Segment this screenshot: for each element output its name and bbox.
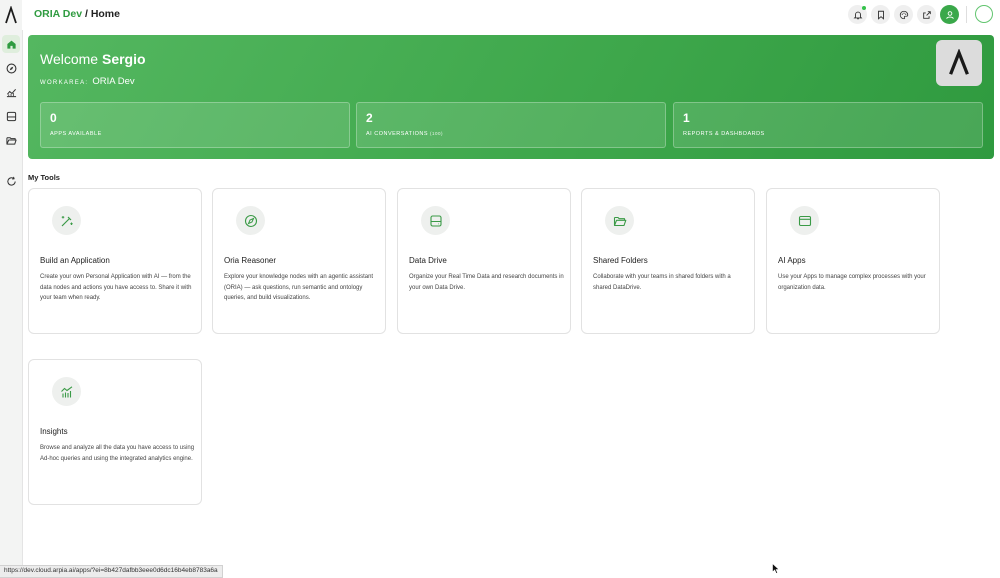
notification-dot	[862, 6, 866, 10]
tool-card-data-drive[interactable]: Data Drive Organize your Real Time Data …	[397, 188, 571, 334]
welcome-prefix: Welcome	[40, 51, 102, 67]
tool-card-build-application[interactable]: Build an Application Create your own Per…	[28, 188, 202, 334]
workarea-label: WORKAREA:	[40, 80, 89, 86]
card-description: Use your Apps to manage complex processe…	[778, 274, 926, 291]
card-description: Browse and analyze all the data you have…	[40, 445, 195, 462]
card-icon-circle	[790, 206, 819, 235]
user-account-button[interactable]	[940, 5, 959, 24]
workarea: WORKAREA: ORIA Dev	[40, 76, 135, 87]
card-title: Oria Reasoner	[224, 256, 277, 265]
breadcrumb-app[interactable]: ORIA Dev	[34, 8, 82, 20]
stat-reports[interactable]: 1 REPORTS & DASHBOARDS	[673, 102, 983, 148]
nav-explore[interactable]	[2, 59, 20, 77]
share-icon	[922, 10, 931, 19]
refresh-icon	[6, 176, 16, 186]
stat-label-text: REPORTS & DASHBOARDS	[683, 131, 765, 137]
mouse-cursor-icon	[772, 563, 780, 574]
workspace-logo	[936, 40, 982, 86]
nav-folders[interactable]	[2, 131, 20, 149]
workarea-value: ORIA Dev	[92, 76, 135, 87]
app-window-icon	[798, 215, 811, 226]
section-title: My Tools	[28, 173, 60, 182]
theme-button[interactable]	[894, 5, 913, 24]
breadcrumb: ORIA Dev / Home	[34, 8, 120, 20]
avatar[interactable]	[975, 5, 993, 23]
stat-label-text: APPS AVAILABLE	[50, 131, 102, 137]
stat-value: 2	[366, 111, 373, 125]
bookmark-icon	[877, 10, 884, 20]
tool-card-insights[interactable]: Insights Browse and analyze all the data…	[28, 359, 202, 505]
notifications-button[interactable]	[848, 5, 867, 24]
card-icon-circle	[52, 377, 81, 406]
home-icon	[6, 40, 16, 49]
compass-icon	[6, 63, 16, 73]
stat-value: 1	[683, 111, 690, 125]
folder-open-icon	[613, 216, 626, 226]
stat-note: (100)	[430, 131, 444, 136]
breadcrumb-separator: /	[82, 8, 91, 20]
breadcrumb-page: Home	[90, 8, 120, 20]
nav-home[interactable]	[2, 35, 20, 53]
card-title: Insights	[40, 427, 68, 436]
status-url: https://dev.cloud.arpia.ai/apps/?ei=8b42…	[0, 565, 223, 578]
stat-ai-conversations[interactable]: 2 AI CONVERSATIONS (100)	[356, 102, 666, 148]
drive-icon	[429, 214, 442, 227]
nav-refresh[interactable]	[2, 172, 20, 190]
chart-line-icon	[6, 88, 16, 97]
card-icon-circle	[52, 206, 81, 235]
card-icon-circle	[605, 206, 634, 235]
chart-line-icon	[60, 385, 72, 397]
card-description: Collaborate with your teams in shared fo…	[593, 274, 731, 291]
tool-card-oria-reasoner[interactable]: Oria Reasoner Explore your knowledge nod…	[212, 188, 386, 334]
compass-icon	[244, 214, 257, 227]
user-icon	[945, 10, 954, 19]
left-rail	[0, 0, 23, 578]
stat-label-text: AI CONVERSATIONS	[366, 131, 428, 137]
bell-icon	[853, 11, 862, 19]
card-description: Organize your Real Time Data and researc…	[409, 274, 564, 291]
palette-icon	[899, 10, 908, 19]
stat-label: AI CONVERSATIONS (100)	[366, 131, 443, 137]
nav-analytics[interactable]	[2, 83, 20, 101]
card-description: Explore your knowledge nodes with an age…	[224, 274, 374, 301]
card-icon-circle	[421, 206, 450, 235]
card-icon-circle	[236, 206, 265, 235]
stat-apps[interactable]: 0 APPS AVAILABLE	[40, 102, 350, 148]
share-button[interactable]	[917, 5, 936, 24]
stat-label: APPS AVAILABLE	[50, 131, 102, 137]
card-title: Shared Folders	[593, 256, 648, 265]
card-title: Data Drive	[409, 256, 447, 265]
card-title: Build an Application	[40, 256, 110, 265]
tool-card-shared-folders[interactable]: Shared Folders Collaborate with your tea…	[581, 188, 755, 334]
card-description: Create your own Personal Application wit…	[40, 274, 192, 301]
card-title: AI Apps	[778, 256, 806, 265]
nav-drive[interactable]	[2, 107, 20, 125]
magic-wand-icon	[61, 215, 73, 226]
oria-logo-icon	[949, 49, 969, 75]
user-name: Sergio	[101, 51, 146, 67]
stat-value: 0	[50, 111, 57, 125]
drive-icon	[6, 111, 16, 121]
welcome-heading: Welcome Sergio	[40, 51, 146, 67]
stat-label: REPORTS & DASHBOARDS	[683, 131, 765, 137]
welcome-banner: Welcome Sergio WORKAREA: ORIA Dev 0 APPS …	[28, 35, 994, 159]
oria-logo-icon[interactable]	[4, 6, 18, 24]
bookmarks-button[interactable]	[871, 5, 890, 24]
toolbar-divider	[966, 6, 967, 23]
tool-card-ai-apps[interactable]: AI Apps Use your Apps to manage complex …	[766, 188, 940, 334]
folder-open-icon	[5, 136, 17, 145]
